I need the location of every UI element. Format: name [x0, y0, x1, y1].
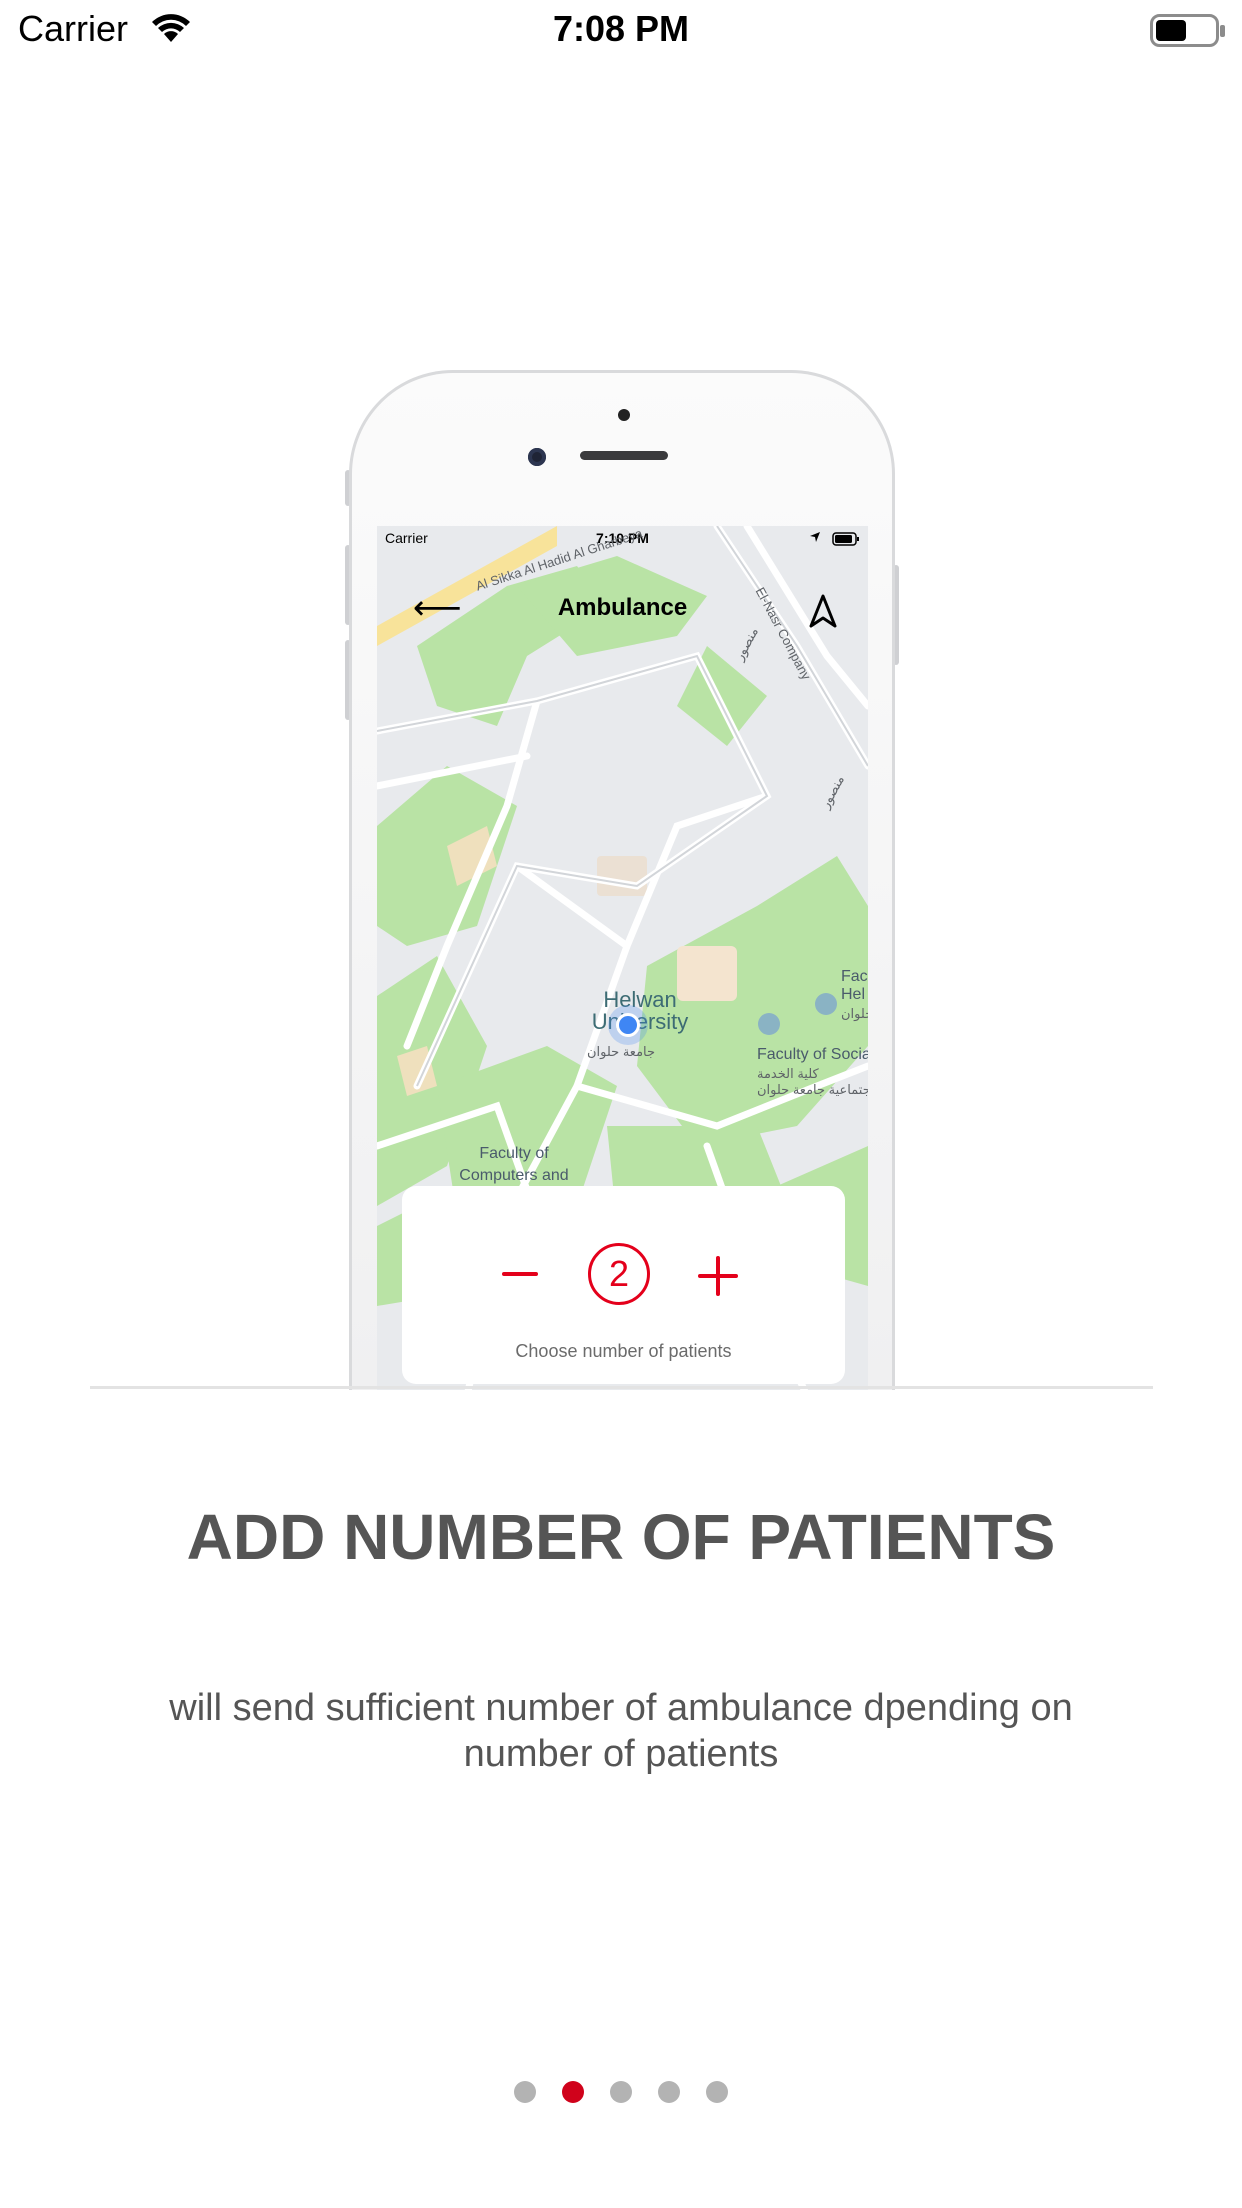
page-dot[interactable]: [706, 2081, 728, 2103]
divider: [90, 1386, 1153, 1389]
location-icon: [810, 532, 820, 542]
status-bar: Carrier 7:08 PM: [0, 0, 1242, 62]
mockup-title: Ambulance: [557, 594, 688, 621]
onboarding-headline: ADD NUMBER OF PATIENTS: [186, 1501, 1056, 1573]
phone-sensor: [618, 409, 630, 421]
mockup-screen: Carrier 7:10 PM ⟵ Ambulance Al Sikka Al …: [377, 526, 868, 1390]
page-dot[interactable]: [514, 2081, 536, 2103]
patient-count-label: Choose number of patients: [515, 1341, 732, 1361]
increase-patients-button[interactable]: [698, 1256, 738, 1296]
page-dot[interactable]: [610, 2081, 632, 2103]
map-label-university: Helwan University: [591, 987, 689, 1034]
map-label-faculty: Faculty of Socia: [757, 1046, 868, 1063]
phone-speaker: [580, 451, 668, 460]
map-label-faculty-arabic: الاجتماعية جامعة حلوان: [757, 1082, 868, 1097]
map-label-faculty-arabic: كلية الخدمة: [757, 1066, 819, 1081]
onboarding-description: will send sufficient number of ambulance…: [169, 1687, 1073, 1775]
phone-camera: [528, 448, 546, 466]
page-dot[interactable]: [658, 2081, 680, 2103]
patient-count: 2: [588, 1243, 650, 1305]
phone-mockup: Carrier 7:10 PM ⟵ Ambulance Al Sikka Al …: [349, 370, 895, 1390]
map-label-faculty: Fac Hel: [841, 968, 868, 1003]
current-location-marker: [616, 1013, 640, 1037]
page-indicator[interactable]: [0, 2081, 1242, 2103]
patient-count-card: 2 Choose number of patients: [402, 1186, 845, 1384]
decrease-patients-button[interactable]: [502, 1256, 538, 1292]
mockup-battery-icon: [832, 532, 859, 546]
page-dot-active[interactable]: [562, 2081, 584, 2103]
map-label-university-arabic: جامعة حلوان: [587, 1044, 656, 1059]
navigation-arrow-icon[interactable]: [809, 594, 837, 628]
battery-icon: [1150, 14, 1225, 47]
clock: 7:08 PM: [552, 8, 690, 49]
map-label-faculty-arabic: حلوان: [841, 1006, 868, 1021]
map-label-faculty: Faculty of Computers and: [459, 1145, 569, 1184]
